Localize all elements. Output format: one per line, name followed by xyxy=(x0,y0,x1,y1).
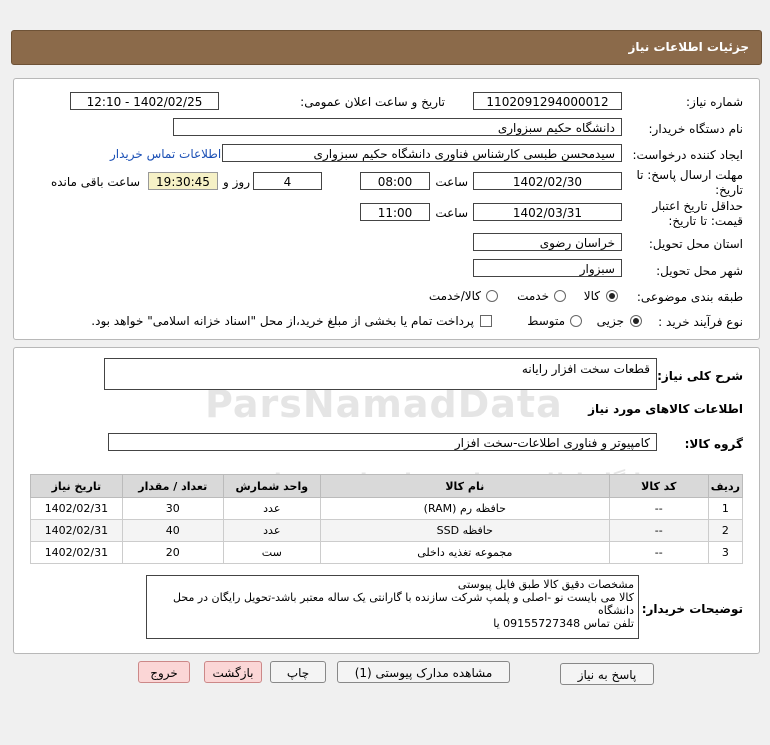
treasury-payment-checkbox[interactable] xyxy=(480,315,492,327)
cell-row: 1 xyxy=(707,497,744,520)
treasury-payment-label: پرداخت تمام یا بخشی از مبلغ خرید،از محل … xyxy=(91,314,474,328)
category-both-label: کالا/خدمت xyxy=(428,289,481,303)
remaining-label: ساعت باقی مانده xyxy=(50,175,140,189)
days-field: 4 xyxy=(253,172,322,190)
category-service-label: خدمت xyxy=(517,289,549,303)
validity-label-2: قیمت: تا تاریخ: xyxy=(668,214,743,228)
reply-button[interactable]: پاسخ به نیاز xyxy=(560,663,654,685)
category-goods-radio[interactable] xyxy=(606,290,618,302)
category-goods-label: کالا xyxy=(583,289,600,303)
cell-unit: عدد xyxy=(222,497,321,520)
announce-field: 1402/02/25 - 12:10 xyxy=(70,92,219,110)
contact-info-link[interactable]: اطلاعات تماس خریدار xyxy=(110,147,221,161)
cell-date: 1402/02/31 xyxy=(30,497,123,520)
cell-row: 3 xyxy=(707,541,744,564)
table-row: 3 -- مجموعه تغذیه داخلی ست 20 1402/02/31 xyxy=(30,541,744,564)
process-medium-label: متوسط xyxy=(527,314,565,328)
buyer-notes-line: تلفن تماس 09155727348 یا xyxy=(493,617,634,630)
table-row: 1 -- حافظه رم (RAM) عدد 30 1402/02/31 xyxy=(30,497,744,520)
validity-date-field: 1402/03/31 xyxy=(473,203,622,221)
requester-label: ایجاد کننده درخواست: xyxy=(632,148,743,162)
col-unit: واحد شمارش xyxy=(222,474,321,498)
buyer-notes-line: کالا می بایست نو -اصلی و پلمپ شرکت سازند… xyxy=(173,591,634,604)
back-button[interactable]: بازگشت xyxy=(204,661,262,683)
requester-field: سیدمحسن طبسی کارشناس فناوری دانشگاه حکیم… xyxy=(222,144,622,162)
col-code: کد کالا xyxy=(608,474,709,498)
province-label: استان محل تحویل: xyxy=(648,237,743,251)
announce-label: تاریخ و ساعت اعلان عمومی: xyxy=(300,95,445,109)
need-number-field: 1102091294000012 xyxy=(473,92,622,110)
remaining-time-field: 19:30:45 xyxy=(148,172,218,190)
print-button[interactable]: چاپ xyxy=(270,661,326,683)
deadline-label-1: مهلت ارسال پاسخ: تا xyxy=(636,168,743,182)
general-desc-label: شرح کلی نیاز: xyxy=(657,369,743,383)
buyer-notes-line: دانشگاه xyxy=(597,604,634,617)
cell-qty: 20 xyxy=(121,541,224,564)
cell-unit: عدد xyxy=(222,519,321,542)
deadline-time-field: 08:00 xyxy=(360,172,430,190)
category-both-radio[interactable] xyxy=(486,290,498,302)
col-date: تاریخ نیاز xyxy=(30,474,123,498)
cell-qty: 40 xyxy=(121,519,224,542)
col-name: نام کالا xyxy=(319,474,610,498)
need-number-label: شماره نیاز: xyxy=(686,95,743,109)
days-label: روز و xyxy=(223,175,250,189)
process-minor-radio[interactable] xyxy=(630,315,642,327)
cell-date: 1402/02/31 xyxy=(30,541,123,564)
deadline-date-field: 1402/02/30 xyxy=(473,172,622,190)
cell-name: حافظه رم (RAM) xyxy=(319,497,610,520)
deadline-time-label: ساعت xyxy=(435,175,468,189)
goods-group-field: کامپیوتر و فناوری اطلاعات-سخت افزار xyxy=(108,433,657,451)
validity-time-field: 11:00 xyxy=(360,203,430,221)
city-field: سبزوار xyxy=(473,259,622,277)
table-row: 2 -- حافظه SSD عدد 40 1402/02/31 xyxy=(30,519,744,542)
page-header: جزئیات اطلاعات نیاز xyxy=(11,30,762,65)
process-medium-radio[interactable] xyxy=(570,315,582,327)
process-minor-label: جزیی xyxy=(596,314,624,328)
cell-code: -- xyxy=(608,519,709,542)
col-qty: تعداد / مقدار xyxy=(121,474,224,498)
cell-code: -- xyxy=(608,497,709,520)
cell-qty: 30 xyxy=(121,497,224,520)
cell-unit: ست xyxy=(222,541,321,564)
items-table: ردیف کد کالا نام کالا واحد شمارش تعداد /… xyxy=(30,474,744,564)
cell-date: 1402/02/31 xyxy=(30,519,123,542)
deadline-label-2: تاریخ: xyxy=(715,183,743,197)
cell-name: حافظه SSD xyxy=(319,519,610,542)
goods-group-label: گروه کالا: xyxy=(684,437,743,451)
general-desc-field: قطعات سخت افزار رایانه xyxy=(104,358,657,390)
category-service-radio[interactable] xyxy=(554,290,566,302)
cell-name: مجموعه تغذیه داخلی xyxy=(319,541,610,564)
cell-code: -- xyxy=(608,541,709,564)
col-row: ردیف xyxy=(707,474,744,498)
buyer-notes-label: توضیحات خریدار: xyxy=(641,602,743,616)
validity-time-label: ساعت xyxy=(435,206,468,220)
category-label: طبقه بندی موضوعی: xyxy=(636,290,743,304)
items-table-header: ردیف کد کالا نام کالا واحد شمارش تعداد /… xyxy=(30,474,744,498)
process-label: نوع فرآیند خرید : xyxy=(658,315,743,329)
buyer-org-field: دانشگاه حکیم سبزواری xyxy=(173,118,622,136)
cell-row: 2 xyxy=(707,519,744,542)
attachments-button[interactable]: مشاهده مدارک پیوستی (1) xyxy=(337,661,510,683)
validity-label-1: حداقل تاریخ اعتبار xyxy=(652,199,743,213)
page-title: جزئیات اطلاعات نیاز xyxy=(628,40,749,54)
city-label: شهر محل تحویل: xyxy=(656,264,743,278)
exit-button[interactable]: خروج xyxy=(138,661,190,683)
goods-info-title: اطلاعات کالاهای مورد نیاز xyxy=(588,402,743,416)
province-field: خراسان رضوی xyxy=(473,233,622,251)
buyer-notes-line: مشخصات دقیق کالا طبق فایل پیوستی xyxy=(457,578,634,591)
buyer-notes-field: مشخصات دقیق کالا طبق فایل پیوستی کالا می… xyxy=(146,575,639,639)
buyer-org-label: نام دستگاه خریدار: xyxy=(648,122,744,136)
